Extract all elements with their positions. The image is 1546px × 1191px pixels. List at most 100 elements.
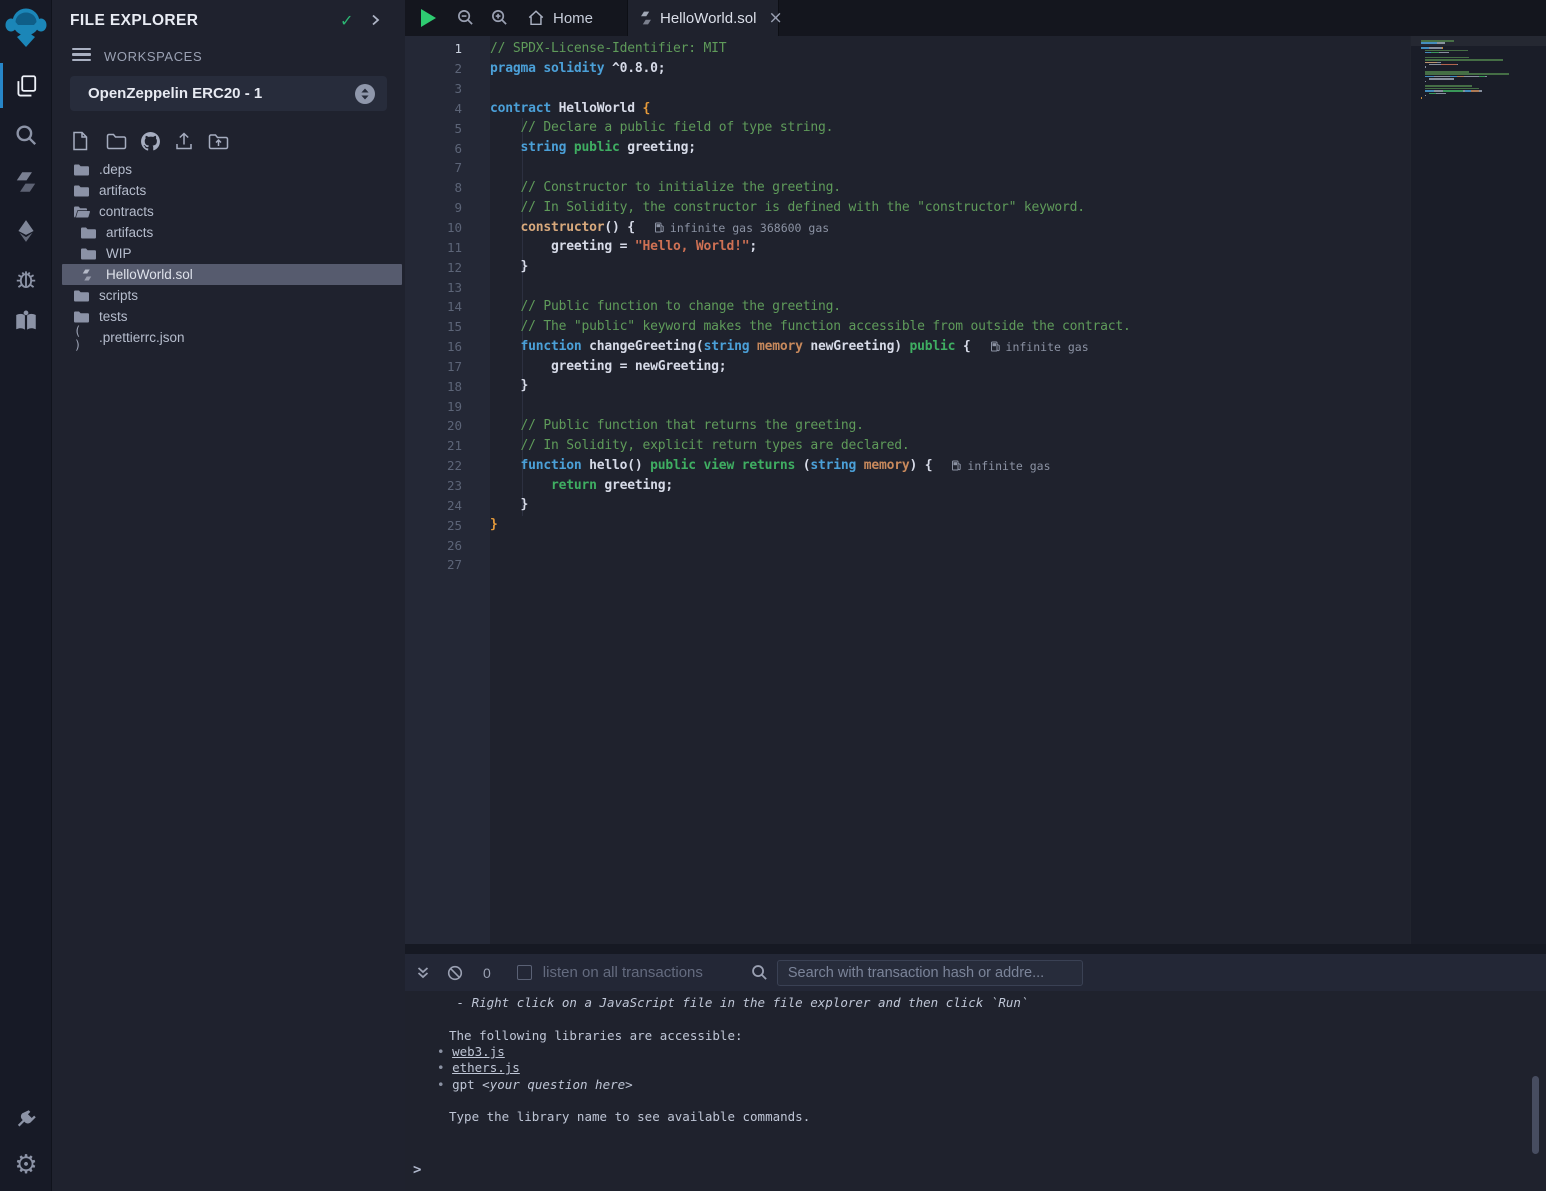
code-line-3[interactable]: 3	[405, 79, 1410, 99]
code-line-18[interactable]: 18 }	[405, 376, 1410, 396]
line-number: 5	[405, 121, 490, 136]
upload-file-button[interactable]	[174, 130, 200, 152]
new-file-button[interactable]	[72, 130, 98, 152]
terminal-link[interactable]: web3.js	[452, 1044, 505, 1059]
sidebar-item-file-explorer[interactable]	[0, 73, 52, 99]
editor-zoom-in-button[interactable]	[491, 9, 508, 26]
code-text: // SPDX-License-Identifier: MIT	[490, 39, 726, 59]
code-text: // In Solidity, the constructor is defin…	[490, 198, 1085, 218]
code-line-26[interactable]: 26	[405, 535, 1410, 555]
sidebar-item-plugin-manager[interactable]	[0, 1107, 52, 1133]
new-folder-button[interactable]	[106, 130, 132, 152]
code-line-11[interactable]: 11 greeting = "Hello, World!";	[405, 237, 1410, 257]
tree-item--prettierrc-json[interactable]: ( ).prettierrc.json	[62, 327, 402, 348]
new-file-icon	[72, 131, 89, 151]
code-line-7[interactable]: 7	[405, 158, 1410, 178]
code-line-22[interactable]: 22 function hello() public view returns …	[405, 456, 1410, 476]
tree-item-artifacts[interactable]: artifacts	[62, 180, 402, 201]
tab-home[interactable]: Home	[517, 0, 603, 36]
code-line-6[interactable]: 6 string public greeting;	[405, 138, 1410, 158]
code-line-23[interactable]: 23 return greeting;	[405, 476, 1410, 496]
code-text: function changeGreeting(string memory ne…	[490, 337, 971, 357]
tree-item-contracts[interactable]: contracts	[62, 201, 402, 222]
code-line-24[interactable]: 24 }	[405, 495, 1410, 515]
terminal-collapse-button[interactable]	[416, 966, 430, 980]
code-line-4[interactable]: 4contract HelloWorld {	[405, 99, 1410, 119]
remix-ide-window: ⚙ FILE EXPLORER ✓ WORKSPACES OpenZeppeli…	[0, 0, 1546, 1191]
folder-icon	[74, 164, 90, 176]
tree-item-scripts[interactable]: scripts	[62, 285, 402, 306]
clone-github-button[interactable]	[140, 130, 166, 152]
code-text: }	[490, 257, 528, 277]
code-line-27[interactable]: 27	[405, 555, 1410, 575]
code-line-8[interactable]: 8 // Constructor to initialize the greet…	[405, 178, 1410, 198]
code-line-1[interactable]: 1// SPDX-License-Identifier: MIT	[405, 39, 1410, 59]
line-number: 14	[405, 299, 490, 314]
code-line-9[interactable]: 9 // In Solidity, the constructor is def…	[405, 198, 1410, 218]
file-explorer-toolbar	[72, 130, 234, 152]
workspace-select[interactable]: OpenZeppelin ERC20 - 1	[70, 76, 387, 111]
sidebar-item-settings[interactable]: ⚙	[0, 1152, 52, 1178]
editor-zoom-out-button[interactable]	[457, 9, 474, 26]
run-script-play-button[interactable]	[421, 9, 436, 27]
code-line-10[interactable]: 10 constructor() {infinite gas 368600 ga…	[405, 218, 1410, 238]
code-line-16[interactable]: 16 function changeGreeting(string memory…	[405, 337, 1410, 357]
zoom-in-icon	[491, 9, 508, 26]
upload-folder-button[interactable]	[208, 130, 234, 152]
tab-home-label: Home	[553, 10, 593, 27]
code-text: contract HelloWorld {	[490, 99, 650, 119]
solidity-file-icon	[639, 10, 653, 26]
code-line-12[interactable]: 12 }	[405, 257, 1410, 277]
listen-transactions-checkbox[interactable]	[517, 965, 532, 980]
code-line-13[interactable]: 13	[405, 277, 1410, 297]
sidebar-item-search[interactable]	[0, 122, 52, 148]
tree-item-label: WIP	[106, 246, 132, 261]
terminal-search-input[interactable]	[777, 960, 1083, 986]
code-editor[interactable]: 1// SPDX-License-Identifier: MIT2pragma …	[405, 36, 1546, 944]
tree-item-artifacts[interactable]: artifacts	[62, 222, 402, 243]
code-line-20[interactable]: 20 // Public function that returns the g…	[405, 416, 1410, 436]
deploy-and-run-icon	[13, 218, 39, 244]
tree-item-label: artifacts	[106, 225, 153, 240]
upload-file-icon	[174, 131, 194, 151]
tab-helloworld-sol[interactable]: HelloWorld.sol ×	[627, 0, 779, 36]
workspace-menu-icon[interactable]	[72, 48, 91, 61]
sidebar-item-solidity-compiler[interactable]	[0, 169, 52, 195]
minimap[interactable]	[1421, 40, 1517, 105]
code-line-21[interactable]: 21 // In Solidity, explicit return types…	[405, 436, 1410, 456]
code-line-15[interactable]: 15 // The "public" keyword makes the fun…	[405, 317, 1410, 337]
tree-item-helloworld-sol[interactable]: HelloWorld.sol	[62, 264, 402, 285]
tree-item--deps[interactable]: .deps	[62, 159, 402, 180]
gas-estimate-hint: infinite gas	[952, 459, 1050, 473]
terminal-output[interactable]: interface - Right click on a JavaScript …	[405, 979, 1546, 1191]
code-line-17[interactable]: 17 greeting = newGreeting;	[405, 357, 1410, 377]
code-text: // Declare a public field of type string…	[490, 118, 833, 138]
panel-expand-chevron-icon[interactable]	[368, 13, 382, 27]
line-number: 13	[405, 280, 490, 295]
terminal-link[interactable]: ethers.js	[452, 1060, 520, 1075]
terminal-prompt[interactable]: >	[413, 1162, 421, 1178]
code-line-14[interactable]: 14 // Public function to change the gree…	[405, 297, 1410, 317]
double-chevron-down-icon	[416, 966, 430, 980]
tree-item-label: scripts	[99, 288, 138, 303]
tree-item-wip[interactable]: WIP	[62, 243, 402, 264]
clear-console-button[interactable]	[447, 965, 463, 981]
close-tab-icon[interactable]: ×	[768, 10, 782, 27]
sidebar-item-debugger[interactable]	[0, 266, 52, 292]
terminal-resize-handle[interactable]	[405, 944, 1546, 954]
sidebar-item-learneth[interactable]	[0, 308, 52, 334]
file-explorer-panel: FILE EXPLORER ✓ WORKSPACES OpenZeppelin …	[52, 0, 405, 1191]
code-line-19[interactable]: 19	[405, 396, 1410, 416]
code-line-2[interactable]: 2pragma solidity ^0.8.0;	[405, 59, 1410, 79]
terminal-line: • web3.js	[405, 1044, 1546, 1060]
line-number: 11	[405, 240, 490, 255]
learneth-book-icon	[13, 308, 39, 334]
code-line-5[interactable]: 5 // Declare a public field of type stri…	[405, 118, 1410, 138]
terminal-scrollbar-thumb[interactable]	[1532, 1076, 1539, 1154]
tree-item-label: artifacts	[99, 183, 146, 198]
tree-item-tests[interactable]: tests	[62, 306, 402, 327]
sidebar-item-deploy-and-run[interactable]	[0, 218, 52, 244]
terminal-line: • ethers.js	[405, 1060, 1546, 1076]
code-line-25[interactable]: 25}	[405, 515, 1410, 535]
remix-logo[interactable]	[0, 6, 52, 50]
